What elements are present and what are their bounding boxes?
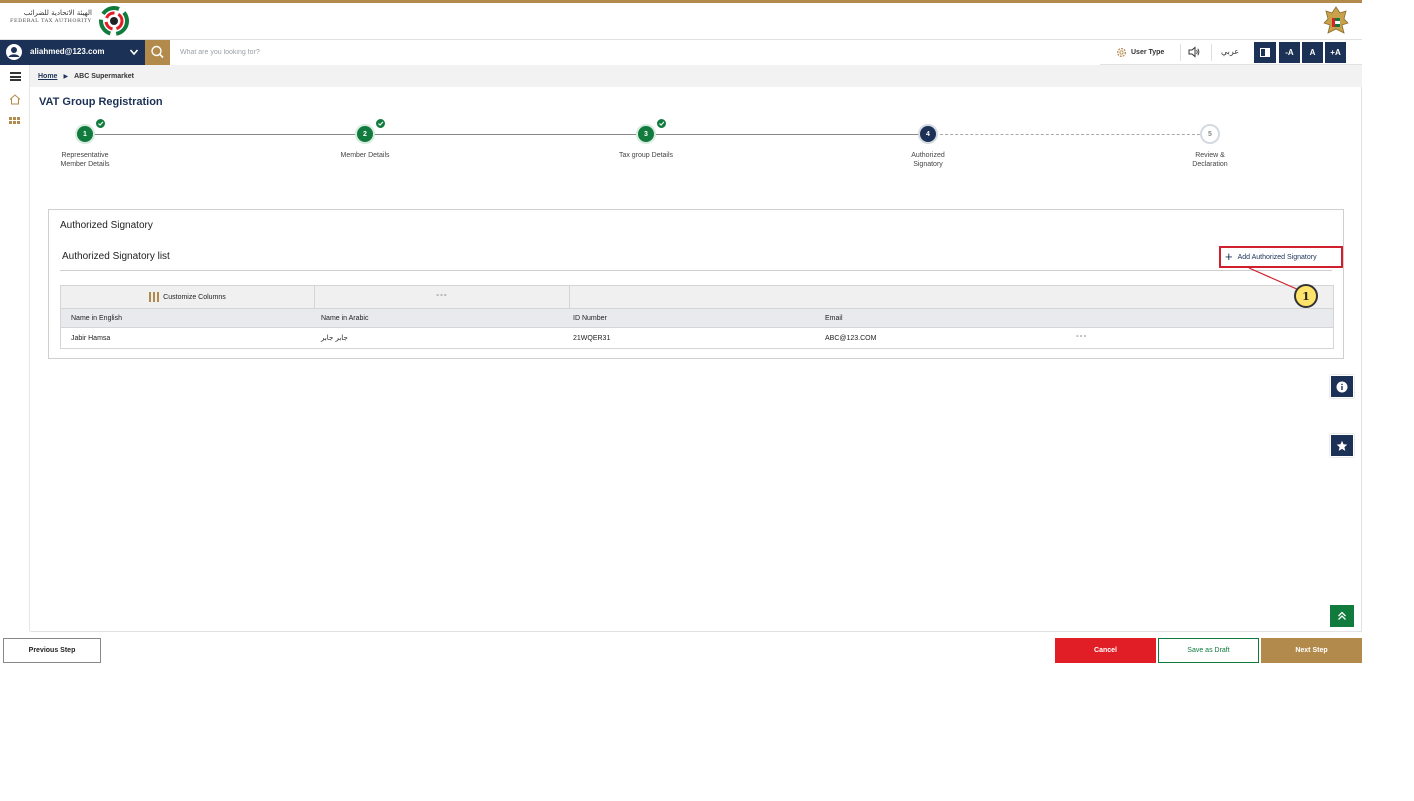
cell-name-arabic: جابر جابر — [321, 334, 348, 342]
stepper-line-completed — [85, 134, 930, 135]
signatory-table: Customize Columns °°° Name in English Na… — [60, 285, 1334, 349]
chevron-down-icon[interactable] — [129, 45, 139, 59]
search-icon — [151, 45, 164, 59]
check-icon — [656, 118, 667, 129]
check-icon — [95, 118, 106, 129]
columns-icon — [149, 292, 160, 302]
gear-icon — [1117, 48, 1126, 57]
font-decrease-button[interactable]: -A — [1279, 42, 1300, 63]
fta-logo-text[interactable]: الهيئة الاتحادية للضرائب FEDERAL TAX AUT… — [10, 9, 92, 25]
step-3-circle[interactable]: 3 — [636, 124, 656, 144]
favorite-button[interactable] — [1330, 434, 1354, 457]
divider — [60, 270, 1332, 271]
row-actions-icon[interactable]: °°° — [1076, 328, 1087, 348]
fta-logo-icon[interactable] — [98, 5, 130, 37]
table-row[interactable]: Jabir Hamsa جابر جابر 21WQER31 ABC@123.C… — [61, 328, 1333, 348]
step-4-circle[interactable]: 4 — [918, 124, 938, 144]
step-4-label: Authorized Signatory — [911, 152, 945, 168]
add-button-label: Add Authorized Signatory — [1237, 253, 1317, 261]
info-button[interactable] — [1330, 375, 1354, 398]
step-2-label: Member Details — [340, 152, 390, 159]
cancel-button[interactable]: Cancel — [1055, 638, 1156, 663]
hamburger-menu-icon[interactable] — [10, 72, 21, 81]
toolbar-more-icon[interactable]: °°° — [315, 286, 570, 308]
user-menu[interactable]: aliahmed@123.com — [0, 40, 145, 65]
footer-divider — [30, 631, 1362, 632]
double-chevron-up-icon — [1338, 611, 1346, 620]
check-icon — [375, 118, 386, 129]
step-3-label: Tax group Details — [618, 152, 674, 159]
divider — [1211, 44, 1212, 61]
arabic-language-link[interactable]: عربي — [1221, 47, 1239, 56]
apps-grid-icon[interactable] — [9, 117, 20, 128]
user-avatar-icon — [6, 44, 22, 60]
next-step-button[interactable]: Next Step — [1261, 638, 1362, 663]
star-icon — [1336, 440, 1348, 451]
page: الهيئة الاتحادية للضرائب FEDERAL TAX AUT… — [0, 0, 1414, 801]
table-toolbar: Customize Columns °°° — [61, 286, 1333, 309]
column-header[interactable]: Name in English — [71, 309, 122, 327]
plus-icon: + — [1225, 249, 1233, 264]
footer-actions: Previous Step Cancel Save as Draft Next … — [0, 635, 1414, 665]
page-title: VAT Group Registration — [39, 96, 163, 108]
speaker-icon[interactable] — [1188, 46, 1200, 58]
customize-columns-label: Customize Columns — [163, 293, 226, 301]
home-icon[interactable] — [9, 94, 21, 105]
contrast-toggle-button[interactable] — [1254, 42, 1276, 63]
table-header-row: Name in English Name in Arabic ID Number… — [61, 309, 1333, 328]
annotation-marker: 1 — [1294, 284, 1318, 308]
column-header[interactable]: ID Number — [573, 309, 607, 327]
cell-id-number: 21WQER31 — [573, 334, 611, 342]
cell-name-english: Jabir Hamsa — [71, 334, 111, 342]
save-as-draft-button[interactable]: Save as Draft — [1158, 638, 1259, 663]
column-header[interactable]: Email — [825, 309, 843, 327]
scroll-to-top-button[interactable] — [1330, 605, 1354, 627]
search-input[interactable] — [170, 40, 1100, 65]
add-authorized-signatory-button[interactable]: + Add Authorized Signatory — [1219, 246, 1343, 268]
breadcrumb-current: ABC Supermarket — [74, 72, 134, 80]
column-header[interactable]: Name in Arabic — [321, 309, 368, 327]
cell-email: ABC@123.COM — [825, 334, 877, 342]
search-button[interactable] — [145, 40, 170, 65]
logo-english-text: FEDERAL TAX AUTHORITY — [10, 18, 92, 24]
step-2-circle[interactable]: 2 — [355, 124, 375, 144]
font-increase-button[interactable]: +A — [1325, 42, 1346, 63]
user-type-button[interactable]: User Type — [1116, 40, 1182, 65]
top-nav-bar: aliahmed@123.com User Type — [0, 39, 1362, 65]
step-5-label: Review & Declaration — [1192, 152, 1228, 168]
user-type-label: User Type — [1131, 49, 1165, 56]
step-5-circle[interactable]: 5 — [1200, 124, 1220, 144]
list-title: Authorized Signatory list — [62, 251, 170, 262]
stepper-line-pending — [930, 134, 1210, 135]
info-icon — [1336, 381, 1348, 392]
divider — [1180, 44, 1181, 61]
user-email: aliahmed@123.com — [30, 47, 105, 56]
logo-arabic-text: الهيئة الاتحادية للضرائب — [23, 9, 92, 17]
registration-stepper: 1 Representative Member Details 2 Member… — [30, 117, 1362, 177]
main-content: VAT Group Registration 1 Representative … — [30, 87, 1362, 631]
font-reset-button[interactable]: A — [1302, 42, 1323, 63]
breadcrumb-home-link[interactable]: Home — [38, 73, 57, 80]
authorized-signatory-card: Authorized Signatory Authorized Signator… — [48, 209, 1344, 359]
step-1-label: Representative Member Details — [60, 152, 110, 168]
uae-emblem-icon — [1323, 6, 1349, 34]
previous-step-button[interactable]: Previous Step — [3, 638, 101, 663]
left-sidebar — [0, 65, 30, 631]
breadcrumb-arrow-icon: ▶ — [63, 73, 69, 80]
card-title: Authorized Signatory — [60, 220, 153, 231]
breadcrumb: Home ▶ ABC Supermarket — [30, 65, 1362, 87]
customize-columns-button[interactable]: Customize Columns — [61, 286, 315, 308]
logo-header: الهيئة الاتحادية للضرائب FEDERAL TAX AUT… — [0, 3, 1362, 39]
step-1-circle[interactable]: 1 — [75, 124, 95, 144]
